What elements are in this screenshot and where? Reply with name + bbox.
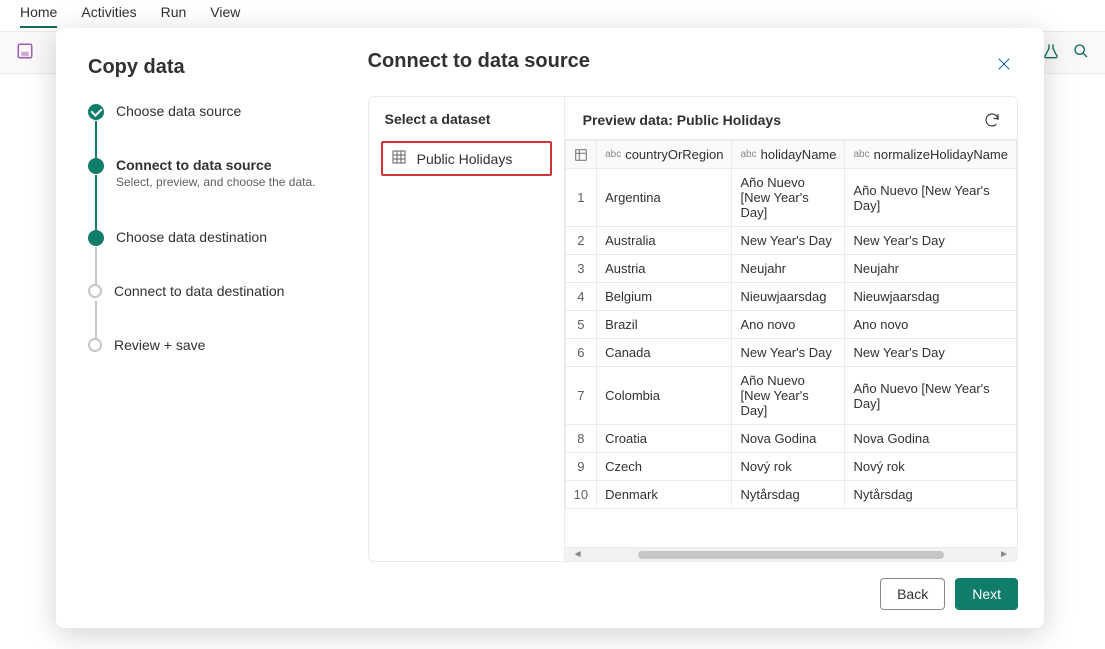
table-row[interactable]: 2AustraliaNew Year's DayNew Year's Day (565, 227, 1016, 255)
refresh-button[interactable] (983, 111, 1001, 129)
row-number: 3 (565, 255, 596, 283)
preview-panel: Preview data: Public Holidays abccountr (565, 97, 1017, 561)
table-cell: Nytårsdag (732, 481, 845, 509)
table-cell: Ano novo (732, 311, 845, 339)
tab-activities[interactable]: Activities (81, 4, 136, 26)
tab-run[interactable]: Run (161, 4, 187, 26)
table-cell: Nieuwjaarsdag (845, 283, 1017, 311)
table-icon (391, 149, 407, 168)
tab-view[interactable]: View (210, 4, 240, 26)
table-cell: Australia (597, 227, 732, 255)
dataset-list-title: Select a dataset (381, 111, 552, 127)
step-review-save[interactable]: Review + save (88, 337, 322, 357)
wizard-content: Connect to data source Select a dataset … (346, 28, 1044, 628)
table-cell: New Year's Day (845, 227, 1017, 255)
table-cell: Nova Godina (845, 425, 1017, 453)
step-label: Connect to data source (116, 157, 315, 173)
dataset-item-label: Public Holidays (417, 151, 513, 167)
preview-table: abccountryOrRegion abcholidayName abcnor… (565, 140, 1017, 509)
wizard-title: Copy data (88, 56, 322, 79)
row-number: 4 (565, 283, 596, 311)
step-label: Review + save (114, 337, 205, 353)
table-cell: New Year's Day (845, 339, 1017, 367)
copy-data-dialog: Copy data Choose data source Connect to … (56, 28, 1044, 628)
row-number: 1 (565, 169, 596, 227)
table-cell: Austria (597, 255, 732, 283)
table-cell: Nieuwjaarsdag (732, 283, 845, 311)
table-cell: Nový rok (845, 453, 1017, 481)
flask-icon[interactable] (1043, 43, 1059, 62)
preview-title: Preview data: Public Holidays (583, 112, 781, 128)
table-cell: Canada (597, 339, 732, 367)
table-cell: Neujahr (845, 255, 1017, 283)
table-row[interactable]: 7ColombiaAño Nuevo [New Year's Day]Año N… (565, 367, 1016, 425)
step-sublabel: Select, preview, and choose the data. (116, 175, 315, 189)
table-cell: Neujahr (732, 255, 845, 283)
table-cell: Nový rok (732, 453, 845, 481)
table-cell: Año Nuevo [New Year's Day] (732, 367, 845, 425)
table-cell: Denmark (597, 481, 732, 509)
table-cell: Nytårsdag (845, 481, 1017, 509)
row-number: 10 (565, 481, 596, 509)
wizard-steps-panel: Copy data Choose data source Connect to … (56, 28, 346, 628)
step-label: Choose data destination (116, 229, 267, 245)
table-cell: Czech (597, 453, 732, 481)
step-connect-to-data-destination[interactable]: Connect to data destination (88, 283, 322, 337)
step-choose-data-destination[interactable]: Choose data destination (88, 229, 322, 283)
table-cell: Croatia (597, 425, 732, 453)
step-label: Connect to data destination (114, 283, 284, 299)
row-number: 2 (565, 227, 596, 255)
table-cell: Ano novo (845, 311, 1017, 339)
close-button[interactable] (990, 50, 1018, 78)
save-icon[interactable] (16, 42, 34, 63)
search-icon[interactable] (1073, 43, 1089, 62)
table-cell: Argentina (597, 169, 732, 227)
page-title: Connect to data source (368, 50, 590, 73)
step-choose-data-source[interactable]: Choose data source (88, 103, 322, 157)
column-header[interactable]: abccountryOrRegion (597, 141, 732, 169)
next-button[interactable]: Next (955, 578, 1018, 610)
table-cell: Belgium (597, 283, 732, 311)
table-cell: New Year's Day (732, 227, 845, 255)
dataset-item-public-holidays[interactable]: Public Holidays (381, 141, 552, 176)
step-connect-to-data-source[interactable]: Connect to data source Select, preview, … (88, 157, 322, 229)
back-button[interactable]: Back (880, 578, 945, 610)
table-cell: Año Nuevo [New Year's Day] (845, 169, 1017, 227)
tab-home[interactable]: Home (20, 4, 57, 28)
table-row[interactable]: 9CzechNový rokNový rok (565, 453, 1016, 481)
table-cell: Nova Godina (732, 425, 845, 453)
preview-table-scroll[interactable]: abccountryOrRegion abcholidayName abcnor… (565, 139, 1017, 547)
row-number: 5 (565, 311, 596, 339)
row-number: 9 (565, 453, 596, 481)
horizontal-scrollbar[interactable]: ◄ ► (565, 547, 1017, 561)
column-header[interactable]: abcnormalizeHolidayName (845, 141, 1017, 169)
step-label: Choose data source (116, 103, 241, 119)
table-cell: New Year's Day (732, 339, 845, 367)
table-row[interactable]: 5BrazilAno novoAno novo (565, 311, 1016, 339)
table-row[interactable]: 6CanadaNew Year's DayNew Year's Day (565, 339, 1016, 367)
table-row[interactable]: 3AustriaNeujahrNeujahr (565, 255, 1016, 283)
table-cell: Año Nuevo [New Year's Day] (845, 367, 1017, 425)
column-header[interactable]: abcholidayName (732, 141, 845, 169)
row-number: 8 (565, 425, 596, 453)
table-row[interactable]: 10DenmarkNytårsdagNytårsdag (565, 481, 1016, 509)
dataset-list: Select a dataset Public Holidays (369, 97, 565, 561)
table-row[interactable]: 1ArgentinaAño Nuevo [New Year's Day]Año … (565, 169, 1016, 227)
table-cell: Año Nuevo [New Year's Day] (732, 169, 845, 227)
table-cell: Colombia (597, 367, 732, 425)
table-row[interactable]: 8CroatiaNova GodinaNova Godina (565, 425, 1016, 453)
row-number: 6 (565, 339, 596, 367)
table-row[interactable]: 4BelgiumNieuwjaarsdagNieuwjaarsdag (565, 283, 1016, 311)
row-header-icon-cell (565, 141, 596, 169)
table-cell: Brazil (597, 311, 732, 339)
row-number: 7 (565, 367, 596, 425)
